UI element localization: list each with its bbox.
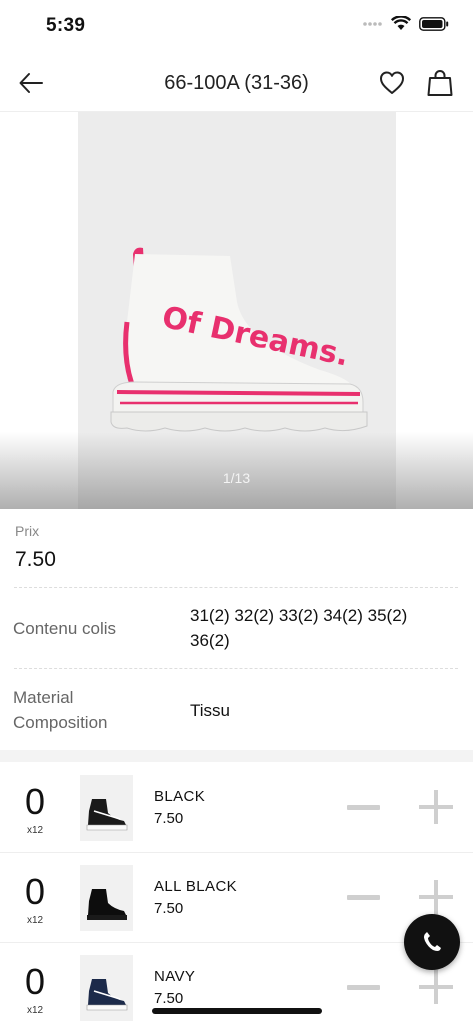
variant-thumbnail[interactable]	[80, 865, 133, 931]
increase-quantity-button[interactable]	[419, 970, 453, 1004]
material-label-line2: Composition	[13, 713, 108, 732]
variant-thumbnail[interactable]	[80, 955, 133, 1021]
package-label: Contenu colis	[13, 619, 117, 638]
variant-name: ALL BLACK	[154, 878, 238, 895]
gallery-counter: 1/13	[222, 470, 251, 486]
decrease-quantity-button[interactable]	[347, 895, 380, 900]
variant-row-black: 0 x12 BLACK 7.50	[0, 763, 473, 853]
material-value: Tissu	[190, 701, 230, 720]
call-button[interactable]	[404, 914, 460, 970]
price-label: Prix	[15, 523, 40, 539]
variant-price: 7.50	[154, 810, 184, 827]
product-image-sneaker: Of Dreams.	[110, 247, 368, 432]
home-indicator	[152, 1008, 322, 1014]
variant-name: NAVY	[154, 968, 196, 985]
nav-bar: 66-100A (31-36)	[0, 52, 473, 112]
price-value: 7.50	[15, 548, 56, 571]
variant-price: 7.50	[154, 900, 184, 917]
battery-icon	[419, 16, 449, 31]
shopping-bag-icon[interactable]	[427, 69, 453, 97]
material-label-line1: Material	[13, 688, 74, 707]
phone-icon	[424, 932, 441, 951]
signal-icon	[363, 21, 382, 26]
variant-row-all-black: 0 x12 ALL BLACK 7.50	[0, 853, 473, 943]
package-value-line2: 36(2)	[190, 631, 230, 650]
variant-pack-size: x12	[26, 825, 44, 836]
status-time: 5:39	[46, 15, 86, 36]
decrease-quantity-button[interactable]	[347, 985, 380, 990]
variant-quantity: 0	[24, 781, 46, 822]
status-bar: 5:39	[0, 0, 473, 52]
increase-quantity-button[interactable]	[419, 880, 453, 914]
wifi-icon	[391, 16, 411, 30]
divider	[14, 587, 458, 588]
decrease-quantity-button[interactable]	[347, 805, 380, 810]
section-divider	[0, 750, 473, 762]
increase-quantity-button[interactable]	[419, 790, 453, 824]
heart-icon[interactable]	[379, 70, 405, 96]
variant-quantity: 0	[24, 871, 46, 912]
package-value-line1: 31(2) 32(2) 33(2) 34(2) 35(2)	[190, 606, 408, 625]
variant-quantity: 0	[24, 961, 46, 1002]
variant-pack-size: x12	[26, 1005, 44, 1016]
product-gallery[interactable]: Of Dreams. 1/13	[0, 112, 473, 509]
variant-name: BLACK	[154, 788, 206, 805]
divider	[14, 668, 458, 669]
status-icons	[363, 16, 449, 31]
variant-thumbnail[interactable]	[80, 775, 133, 841]
variant-price: 7.50	[154, 990, 184, 1007]
variant-pack-size: x12	[26, 915, 44, 926]
